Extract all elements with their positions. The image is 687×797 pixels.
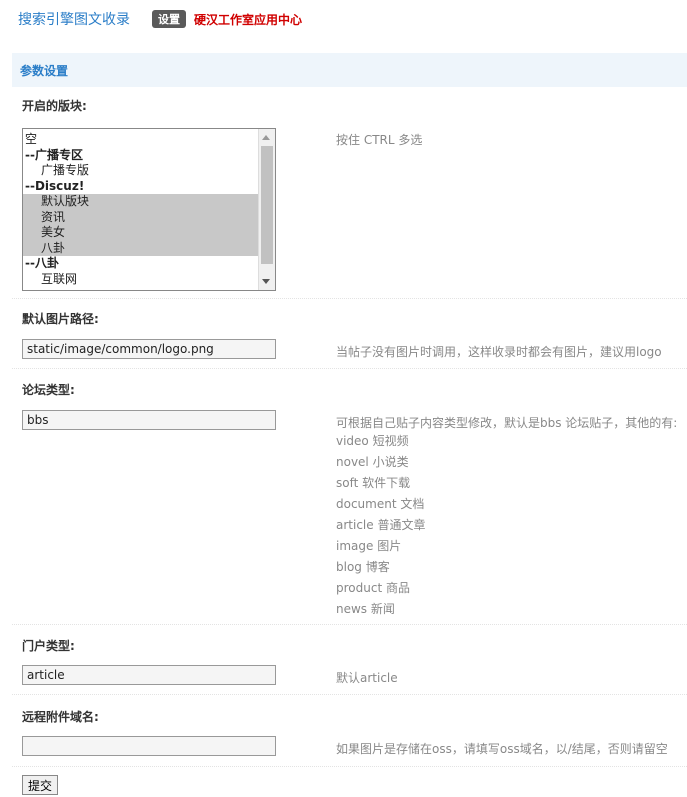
scroll-thumb[interactable] (261, 146, 273, 264)
default-image-input[interactable] (22, 339, 276, 359)
divider (12, 298, 687, 299)
forum-type-item: blog 博客 (336, 560, 390, 574)
submit-button[interactable]: 提交 (22, 775, 59, 795)
forum-type-item: document 文档 (336, 497, 425, 511)
blocks-multiselect[interactable]: 空 --广播专区 广播专版 --Discuz! 默认版块 资讯 美女 八卦 --八卦 互联网 (22, 128, 276, 291)
block-option[interactable]: --Discuz! (23, 179, 256, 195)
default-image-hint: 当帖子没有图片时调用，这样收录时都会有图片，建议用logo (336, 345, 662, 359)
remote-domain-input[interactable] (22, 736, 276, 756)
block-option[interactable]: 资讯 (23, 209, 272, 225)
portal-type-input[interactable] (22, 665, 276, 685)
forum-type-item: article 普通文章 (336, 518, 426, 532)
forum-type-input[interactable] (22, 410, 276, 430)
forum-type-item: video 短视频 (336, 434, 409, 448)
forum-type-label: 论坛类型: (22, 383, 75, 397)
listbox-scrollbar[interactable] (258, 129, 275, 290)
divider (12, 694, 687, 695)
forum-type-item: product 商品 (336, 581, 410, 595)
app-center-link[interactable]: 硬汉工作室应用中心 (194, 11, 302, 28)
blocks-label: 开启的版块: (22, 99, 87, 113)
forum-type-item: novel 小说类 (336, 455, 409, 469)
divider (12, 368, 687, 369)
portal-type-hint: 默认article (336, 671, 398, 685)
forum-type-item: image 图片 (336, 539, 402, 553)
forum-type-item: soft 软件下载 (336, 476, 411, 490)
remote-domain-hint: 如果图片是存储在oss，请填写oss域名，以/结尾，否则请留空 (336, 742, 668, 756)
forum-type-hint: 可根据自己贴子内容类型修改，默认是bbs 论坛贴子，其他的有: (336, 416, 678, 430)
scroll-up-icon[interactable] (262, 135, 270, 140)
scroll-down-icon[interactable] (262, 279, 270, 284)
section-title: 参数设置 (20, 64, 69, 78)
default-image-label: 默认图片路径: (22, 312, 99, 326)
divider (12, 766, 687, 767)
blocks-hint: 按住 CTRL 多选 (336, 133, 423, 147)
block-option[interactable]: 八卦 (23, 240, 272, 256)
block-option[interactable]: 美女 (23, 225, 272, 241)
block-option[interactable]: 空 (23, 132, 256, 148)
plugin-title: 搜索引擎图文收录 (18, 12, 130, 28)
remote-domain-label: 远程附件域名: (22, 710, 99, 724)
portal-type-label: 门户类型: (22, 639, 75, 653)
divider (12, 624, 687, 625)
block-option[interactable]: --八卦 (23, 256, 256, 272)
settings-badge[interactable]: 设置 (152, 10, 186, 28)
forum-type-list: video 短视频 novel 小说类 soft 软件下载 document 文档 ar… (336, 431, 425, 620)
block-option[interactable]: 互联网 (23, 272, 272, 288)
block-option[interactable]: 默认版块 (23, 194, 272, 210)
block-option[interactable]: 广播专版 (23, 163, 272, 179)
page-header: 搜索引擎图文收录 设置 硬汉工作室应用中心 (18, 8, 302, 30)
forum-type-item: news 新闻 (336, 602, 395, 616)
block-option[interactable]: --广播专区 (23, 148, 256, 164)
section-header: 参数设置 (12, 53, 687, 87)
